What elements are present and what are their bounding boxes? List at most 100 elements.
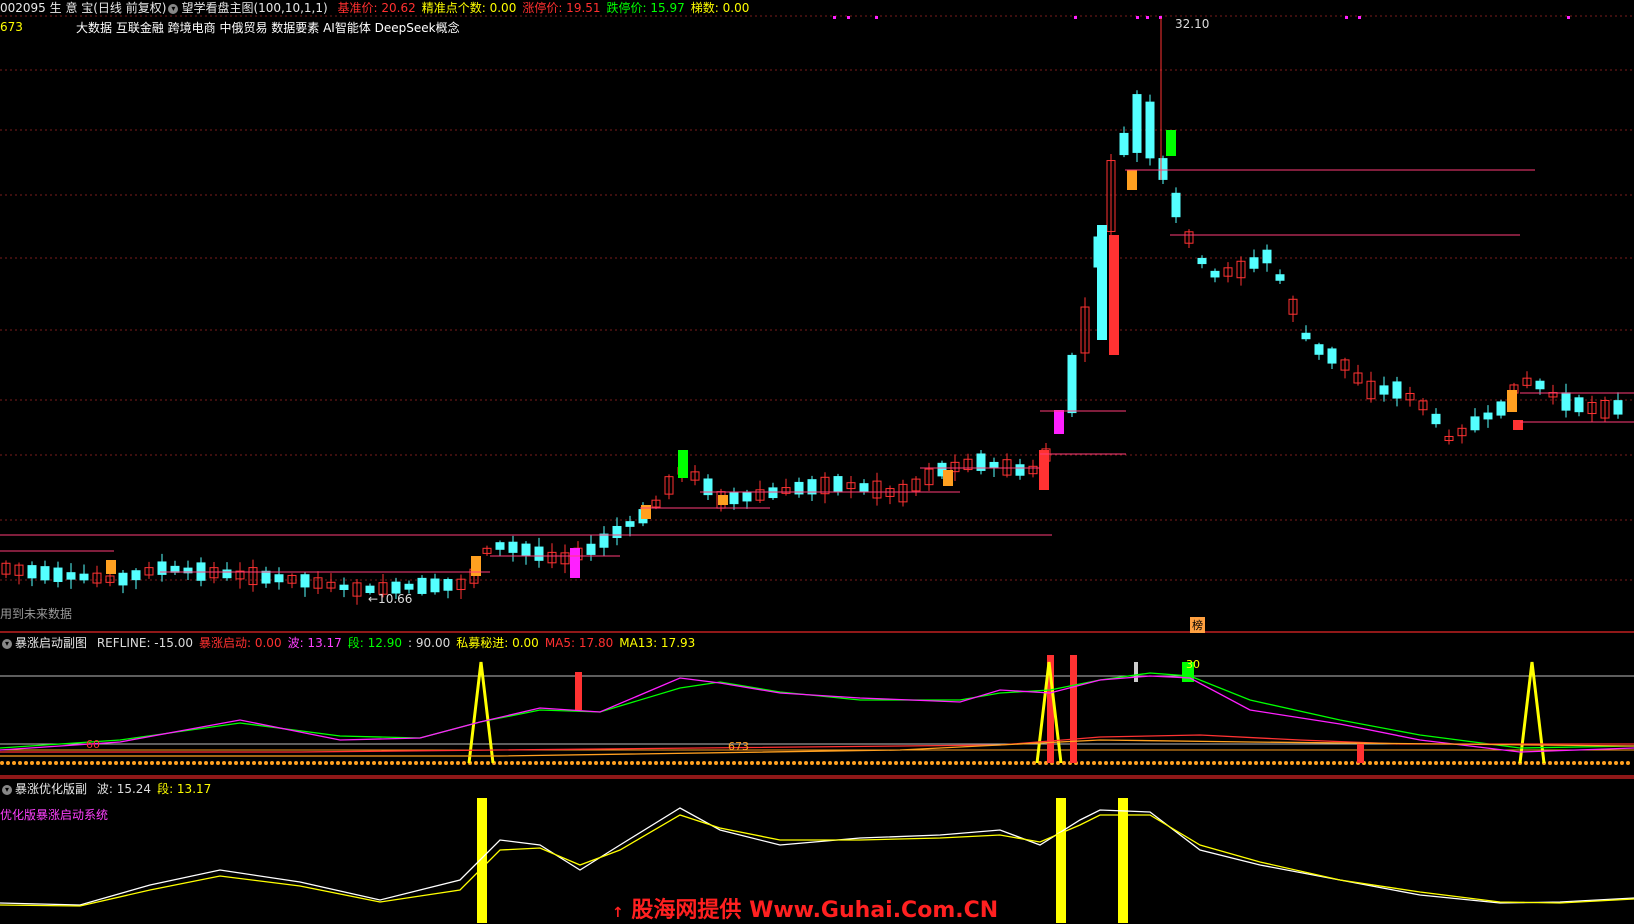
baseline-dot <box>1104 761 1108 765</box>
baseline-dot <box>744 761 748 765</box>
baseline-dot <box>1560 761 1564 765</box>
baseline-dot <box>1608 761 1612 765</box>
baseline-dot <box>1332 761 1336 765</box>
baseline-dot <box>600 761 604 765</box>
baseline-dot <box>1422 761 1426 765</box>
candle-body <box>300 574 310 588</box>
baseline-dot <box>462 761 466 765</box>
baseline-dot <box>966 761 970 765</box>
baseline-dot <box>1338 761 1342 765</box>
chevron-down-icon[interactable]: ▾ <box>2 784 12 795</box>
candle-body <box>586 543 596 555</box>
candle-body <box>27 565 37 579</box>
baseline-dot <box>1026 761 1030 765</box>
baseline-dot <box>738 761 742 765</box>
chevron-down-icon[interactable]: ▾ <box>2 638 12 649</box>
baseline-dot <box>1308 761 1312 765</box>
baseline-dot <box>240 761 244 765</box>
baseline-dot <box>360 761 364 765</box>
baseline-dot <box>132 761 136 765</box>
baseline-dot <box>1620 761 1624 765</box>
baseline-dot <box>48 761 52 765</box>
baseline-dot <box>1248 761 1252 765</box>
baseline-dot <box>1302 761 1306 765</box>
baseline-dot <box>1464 761 1468 765</box>
baseline-dot <box>822 761 826 765</box>
baseline-dot <box>786 761 790 765</box>
sub1-field: : 90.00 <box>408 636 451 650</box>
baseline-dot <box>918 761 922 765</box>
baseline-dot <box>114 761 118 765</box>
baseline-dot <box>1452 761 1456 765</box>
candle-body <box>430 578 440 593</box>
baseline-dot <box>66 761 70 765</box>
baseline-dot <box>384 761 388 765</box>
baseline-dot <box>810 761 814 765</box>
baseline-dot <box>882 761 886 765</box>
baseline-dot <box>954 761 958 765</box>
baseline-dot <box>1284 761 1288 765</box>
signal-dot <box>833 16 836 19</box>
baseline-dot <box>984 761 988 765</box>
yellow-bar <box>1056 798 1066 923</box>
candle-body <box>1535 380 1545 390</box>
sub1-title[interactable]: 暴涨启动副图 <box>15 636 87 650</box>
baseline-dot <box>894 761 898 765</box>
baseline-dot <box>1092 761 1096 765</box>
baseline-dot <box>186 761 190 765</box>
baseline-dot <box>726 761 730 765</box>
baseline-dot <box>756 761 760 765</box>
baseline-dot <box>60 761 64 765</box>
baseline-dot <box>672 761 676 765</box>
baseline-dot <box>750 761 754 765</box>
highlight-candle <box>1127 170 1137 190</box>
baseline-dot <box>1194 761 1198 765</box>
baseline-dot <box>348 761 352 765</box>
candlestick-chart[interactable] <box>0 0 1634 923</box>
baseline-dot <box>876 761 880 765</box>
sub2-header: ▾ 暴涨优化版副 波: 15.24 段: 13.17 <box>0 780 211 797</box>
baseline-dot <box>1314 761 1318 765</box>
baseline-dot <box>174 761 178 765</box>
rank-marker: 榜 <box>1190 617 1205 633</box>
candle-body <box>833 476 843 493</box>
baseline-dot <box>900 761 904 765</box>
baseline-dot <box>948 761 952 765</box>
baseline-dot <box>1020 761 1024 765</box>
baseline-dot <box>1368 761 1372 765</box>
baseline-dot <box>1488 761 1492 765</box>
yellow-bar <box>1118 798 1128 923</box>
candle-body <box>1470 416 1480 431</box>
highlight-candle <box>1054 410 1064 434</box>
baseline-dot <box>1572 761 1576 765</box>
candle-body <box>1145 101 1155 159</box>
baseline-dot <box>1200 761 1204 765</box>
baseline-dot <box>246 761 250 765</box>
candle-body <box>1197 257 1207 265</box>
baseline-dot <box>390 761 394 765</box>
baseline-dot <box>1296 761 1300 765</box>
baseline-dot <box>1170 761 1174 765</box>
candle-body <box>404 583 414 590</box>
baseline-dot <box>1212 761 1216 765</box>
baseline-dot <box>1236 761 1240 765</box>
baseline-dot <box>1062 761 1066 765</box>
yellow-bar <box>477 798 487 923</box>
baseline-dot <box>42 761 46 765</box>
baseline-dot <box>402 761 406 765</box>
candle-body <box>339 584 349 591</box>
baseline-dot <box>522 761 526 765</box>
baseline-dot <box>1350 761 1354 765</box>
sub2-title[interactable]: 暴涨优化版副 <box>15 782 87 796</box>
baseline-dot <box>906 761 910 765</box>
baseline-dot <box>504 761 508 765</box>
baseline-dot <box>1242 761 1246 765</box>
baseline-dot <box>582 761 586 765</box>
baseline-dot <box>912 761 916 765</box>
baseline-dot <box>414 761 418 765</box>
baseline-dot <box>972 761 976 765</box>
baseline-dot <box>1512 761 1516 765</box>
baseline-dot <box>1416 761 1420 765</box>
baseline-dot <box>486 761 490 765</box>
baseline-dot <box>1188 761 1192 765</box>
